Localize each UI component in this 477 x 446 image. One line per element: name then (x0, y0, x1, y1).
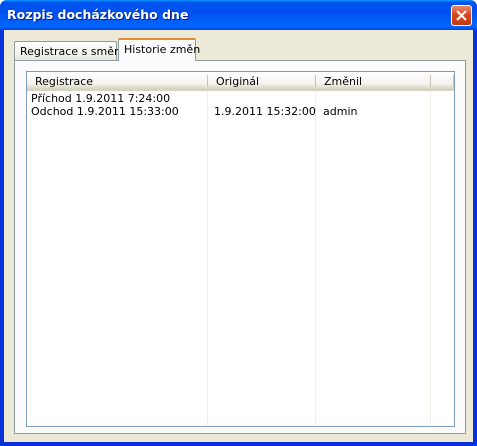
cell-registrace: Příchod 1.9.2011 7:24:00 (31, 92, 171, 105)
tab-registrace-s-smeny[interactable]: Registrace s směny (14, 41, 128, 61)
dialog-window: Rozpis docházkového dne Registrace s smě… (0, 0, 477, 446)
cell-original: 1.9.2011 15:32:00 (214, 105, 316, 118)
cell-zmenil: admin (323, 105, 358, 118)
column-header-zmenil[interactable]: Změnil (316, 72, 431, 89)
grid-line (315, 91, 316, 426)
table-row[interactable]: Odchod 1.9.2011 15:33:00 1.9.2011 15:32:… (27, 105, 454, 118)
window-title: Rozpis docházkového dne (7, 7, 189, 22)
list-body: Příchod 1.9.2011 7:24:00 Odchod 1.9.2011… (27, 91, 454, 426)
tab-panel-historie-zmen: Registrace Originál Změnil Příchod 1.9.2… (14, 60, 466, 434)
close-icon (456, 10, 467, 21)
tab-label: Registrace s směny (20, 45, 128, 58)
column-label: Registrace (35, 75, 94, 88)
column-header-registrace[interactable]: Registrace (27, 72, 208, 89)
column-header-filler (431, 72, 454, 89)
grid-line (430, 91, 431, 426)
title-bar[interactable]: Rozpis docházkového dne (0, 0, 477, 30)
tab-label: Historie změn (124, 43, 201, 56)
column-label: Originál (216, 75, 260, 88)
history-list[interactable]: Registrace Originál Změnil Příchod 1.9.2… (26, 71, 455, 427)
table-row[interactable]: Příchod 1.9.2011 7:24:00 (27, 92, 454, 105)
column-header-original[interactable]: Originál (208, 72, 316, 89)
tab-historie-zmen[interactable]: Historie změn (118, 38, 200, 61)
column-label: Změnil (324, 75, 363, 88)
close-button[interactable] (451, 5, 472, 26)
dialog-body: Registrace s směny Historie změn Registr… (4, 30, 473, 442)
list-header: Registrace Originál Změnil (27, 72, 454, 91)
grid-line (207, 91, 208, 426)
window-bottom-border (0, 442, 477, 446)
cell-registrace: Odchod 1.9.2011 15:33:00 (31, 105, 179, 118)
